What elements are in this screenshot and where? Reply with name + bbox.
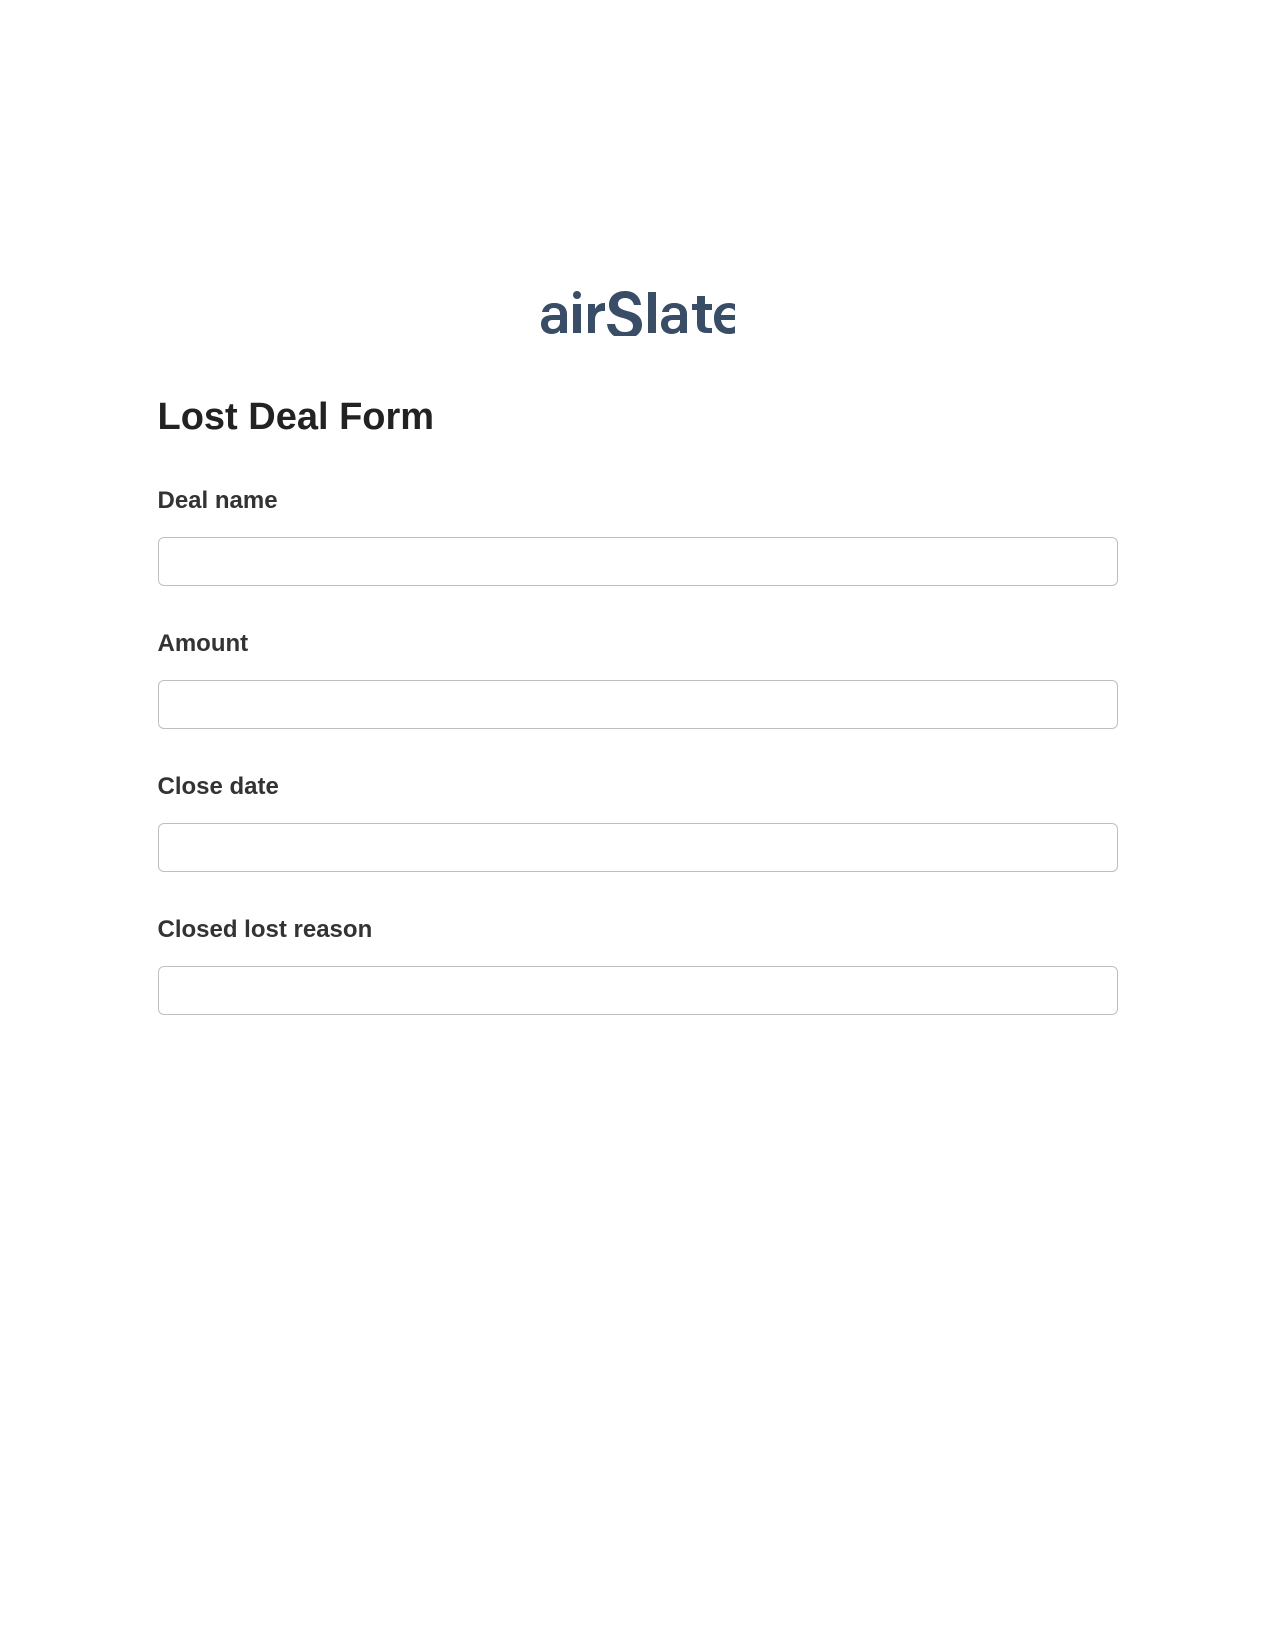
page: Lost Deal Form Deal name Amount Close da…	[0, 0, 1275, 1650]
amount-input[interactable]	[158, 680, 1118, 729]
closed-lost-reason-label: Closed lost reason	[158, 916, 1118, 944]
field-group-close-date: Close date	[158, 773, 1118, 872]
field-group-deal-name: Deal name	[158, 487, 1118, 586]
field-group-amount: Amount	[158, 630, 1118, 729]
field-group-closed-lost-reason: Closed lost reason	[158, 916, 1118, 1015]
form-container: Lost Deal Form Deal name Amount Close da…	[158, 396, 1118, 1015]
amount-label: Amount	[158, 630, 1118, 658]
deal-name-label: Deal name	[158, 487, 1118, 515]
airslate-logo	[540, 290, 735, 341]
form-title: Lost Deal Form	[158, 396, 1118, 439]
close-date-label: Close date	[158, 773, 1118, 801]
closed-lost-reason-input[interactable]	[158, 966, 1118, 1015]
close-date-input[interactable]	[158, 823, 1118, 872]
deal-name-input[interactable]	[158, 537, 1118, 586]
logo-wrapper	[0, 290, 1275, 341]
